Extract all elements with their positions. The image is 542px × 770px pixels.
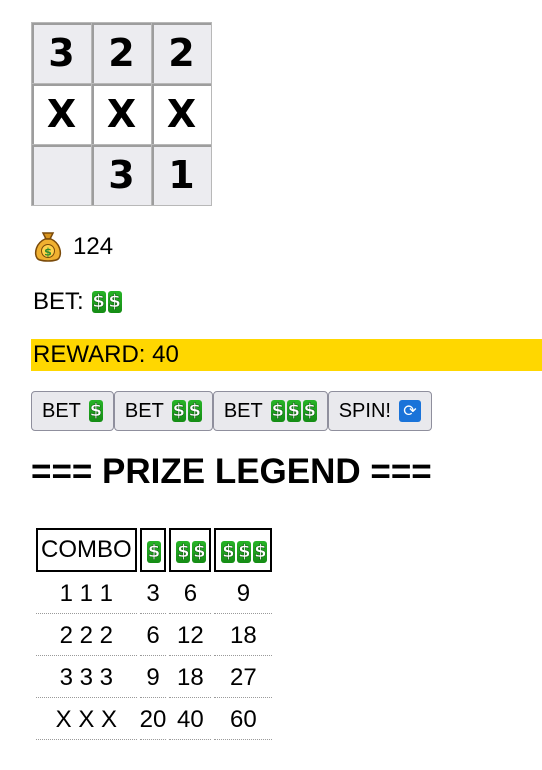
bet-3-header: $ $ $: [214, 528, 273, 572]
prize-cell: 6: [169, 575, 212, 614]
dollar-icon: $: [187, 400, 202, 422]
prize-cell: 40: [169, 701, 212, 740]
dollar-icon: $: [270, 400, 285, 422]
slot-cell: 3: [32, 23, 92, 84]
prize-cell: 20: [139, 701, 167, 740]
dollar-icon: $: [171, 400, 186, 422]
slot-cell: X: [32, 84, 92, 145]
bet-2-button[interactable]: BET $ $: [113, 391, 213, 431]
dollar-icon: $: [302, 400, 317, 422]
prize-cell: 6: [139, 617, 167, 656]
combo-header: COMBO: [36, 528, 137, 572]
prize-cell: 3: [139, 575, 167, 614]
coin-balance: $ 124: [33, 231, 113, 263]
slot-cell: 3: [92, 145, 152, 206]
prize-cell: 12: [169, 617, 212, 656]
dollar-icon: $: [107, 291, 122, 313]
coin-count: 124: [73, 233, 114, 260]
controls: BET $ BET $ $ BET $ $ $ SPIN! ⟳: [31, 391, 432, 431]
dollar-icon: $: [91, 291, 106, 313]
spin-button[interactable]: SPIN! ⟳: [327, 391, 432, 431]
prize-legend-title: === PRIZE LEGEND ===: [31, 452, 432, 491]
table-row: X X X 20 40 60: [36, 701, 273, 740]
money-bag-icon: $: [34, 232, 62, 262]
table-row: 2 2 2 6 12 18: [36, 617, 273, 656]
current-bet: BET: $ $: [33, 288, 122, 316]
svg-text:$: $: [44, 246, 52, 259]
slot-cell: X: [152, 84, 212, 145]
slot-cell: 2: [152, 23, 212, 84]
combo-cell: 1 1 1: [36, 575, 137, 614]
slot-cell: [32, 145, 92, 206]
refresh-icon: ⟳: [398, 400, 421, 422]
dollar-icon: $: [88, 400, 103, 422]
dollar-icon: $: [192, 541, 207, 563]
prize-cell: 9: [214, 575, 273, 614]
slot-cell: 1: [152, 145, 212, 206]
prize-cell: 60: [214, 701, 273, 740]
combo-cell: X X X: [36, 701, 137, 740]
prize-table: COMBO $ $ $ $ $ $ 1 1 1 3 6 9 2 2 2 6 12…: [33, 525, 275, 743]
prize-cell: 18: [214, 617, 273, 656]
dollar-icon: $: [221, 541, 236, 563]
slot-grid: 3 2 2 X X X 3 1: [31, 22, 212, 206]
slot-game: 3 2 2 X X X 3 1 $ 124 BET: $ $ REWARD: 4…: [0, 0, 542, 770]
slot-cell: 2: [92, 23, 152, 84]
prize-cell: 27: [214, 659, 273, 698]
dollar-icon: $: [286, 400, 301, 422]
table-row: 1 1 1 3 6 9: [36, 575, 273, 614]
prize-cell: 18: [169, 659, 212, 698]
dollar-icon: $: [253, 541, 268, 563]
combo-cell: 3 3 3: [36, 659, 137, 698]
bet-1-header: $: [139, 528, 167, 572]
dollar-icon: $: [147, 541, 162, 563]
bet-2-header: $ $: [169, 528, 212, 572]
slot-cell: X: [92, 84, 152, 145]
reward-banner: REWARD: 40: [31, 339, 542, 371]
prize-cell: 9: [139, 659, 167, 698]
table-row: 3 3 3 9 18 27: [36, 659, 273, 698]
bet-3-label: BET: [223, 399, 263, 422]
bet-label: BET:: [33, 288, 84, 315]
bet-3-button[interactable]: BET $ $ $: [212, 391, 328, 431]
bet-1-button[interactable]: BET $: [31, 391, 114, 431]
bet-2-label: BET: [124, 399, 164, 422]
dollar-icon: $: [237, 541, 252, 563]
bet-1-label: BET: [42, 399, 81, 422]
dollar-icon: $: [176, 541, 191, 563]
spin-label: SPIN!: [338, 399, 391, 422]
combo-cell: 2 2 2: [36, 617, 137, 656]
